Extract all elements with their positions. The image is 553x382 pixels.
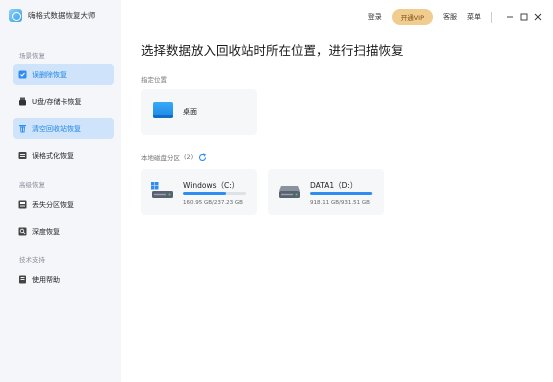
disks-section-label: 本地磁盘分区 (2) [141, 152, 207, 162]
sidebar-item-label: 使用帮助 [32, 275, 60, 284]
disk-usage-bar [183, 192, 246, 195]
group-label-support: 技术支持 [19, 256, 45, 264]
menu-link[interactable]: 菜单 [467, 12, 481, 22]
disk-name: DATA1（D:） [310, 181, 358, 190]
location-section-label: 指定位置 [141, 74, 167, 84]
disk-usage-text: 918.11 GB/931.51 GB [310, 200, 370, 206]
sidebar-item-help[interactable]: 使用帮助 [13, 269, 114, 290]
app-title: 嗨格式数据恢复大师 [28, 11, 96, 20]
format-icon [18, 151, 27, 160]
sidebar-item-label: 深度恢复 [32, 227, 60, 236]
app-logo-icon [9, 9, 22, 22]
sidebar-item-label: 清空回收站恢复 [32, 124, 81, 133]
close-icon[interactable] [532, 12, 543, 23]
disk-card-d[interactable]: DATA1（D:） 918.11 GB/931.51 GB [268, 169, 384, 215]
desktop-card[interactable]: 桌面 [141, 89, 257, 135]
desktop-label: 桌面 [183, 108, 197, 116]
group-label-advanced: 高级恢复 [19, 181, 45, 189]
help-book-icon [18, 275, 27, 284]
disk-usage-fill [183, 192, 226, 195]
minimize-icon[interactable] [504, 12, 515, 23]
disks-count: (2) [184, 153, 194, 161]
drive-icon [278, 182, 301, 199]
sidebar-item-recycle-bin[interactable]: 清空回收站恢复 [13, 118, 114, 139]
disk-card-c[interactable]: Windows（C:） 160.95 GB/237.23 GB [141, 169, 257, 215]
sidebar-item-lost-partition[interactable]: 丢失分区恢复 [13, 194, 114, 215]
desktop-monitor-icon [153, 102, 173, 118]
deep-scan-icon [18, 227, 27, 236]
vip-button[interactable]: 开通VIP [391, 9, 433, 25]
usb-icon [18, 97, 27, 106]
sidebar-item-accidental-delete[interactable]: 误删除恢复 [13, 64, 114, 85]
disk-usage-bar [310, 192, 373, 195]
sidebar: 嗨格式数据恢复大师 场景恢复 误删除恢复 U盘/存储卡恢复 清空回收站恢复 误格… [0, 0, 121, 382]
sidebar-item-label: 丢失分区恢复 [32, 200, 74, 209]
disk-name: Windows（C:） [183, 181, 240, 190]
sidebar-item-label: 误删除恢复 [32, 70, 67, 79]
refresh-icon[interactable] [198, 152, 207, 162]
maximize-icon[interactable] [518, 12, 529, 23]
top-bar: 登录 开通VIP 客服 菜单 [368, 8, 543, 26]
disk-usage-fill [310, 192, 373, 195]
service-link[interactable]: 客服 [443, 12, 457, 22]
sidebar-item-label: 误格式化恢复 [32, 151, 74, 160]
sidebar-item-deep-scan[interactable]: 深度恢复 [13, 221, 114, 242]
sidebar-item-label: U盘/存储卡恢复 [32, 97, 82, 106]
login-link[interactable]: 登录 [368, 12, 382, 22]
disks-label: 本地磁盘分区 [141, 154, 180, 162]
group-label-scene: 场景恢复 [19, 52, 45, 60]
app-header: 嗨格式数据恢复大师 [9, 9, 96, 22]
sidebar-item-format[interactable]: 误格式化恢复 [13, 145, 114, 166]
trash-icon [18, 124, 27, 133]
toolbar-divider [491, 11, 492, 23]
location-label: 指定位置 [141, 76, 167, 84]
sidebar-item-usb[interactable]: U盘/存储卡恢复 [13, 91, 114, 112]
undo-icon [18, 70, 27, 79]
disk-usage-text: 160.95 GB/237.23 GB [183, 200, 243, 206]
page-title: 选择数据放入回收站时所在位置，进行扫描恢复 [141, 43, 404, 58]
windows-drive-icon [151, 182, 174, 199]
partition-icon [18, 200, 27, 209]
